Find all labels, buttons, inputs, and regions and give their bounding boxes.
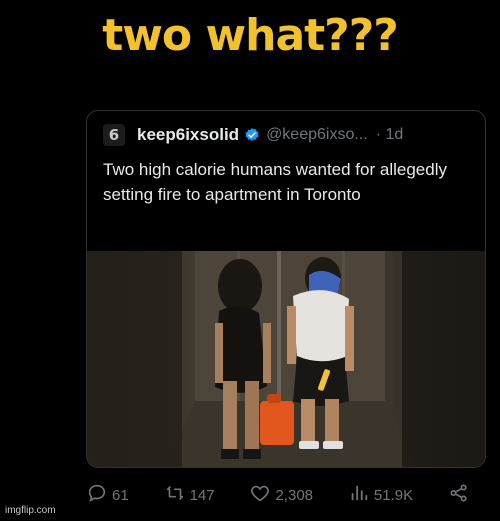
reply-icon: [86, 482, 108, 508]
meme-caption: two what???: [102, 10, 399, 61]
views-icon: [348, 482, 370, 508]
timestamp[interactable]: · 1d: [376, 126, 404, 144]
share-icon: [448, 482, 470, 508]
tweet-card[interactable]: 6 keep6ixsolid @keep6ixso... · 1d Two hi…: [86, 110, 486, 468]
avatar[interactable]: 6: [103, 124, 125, 146]
views-action[interactable]: 51.9K: [348, 482, 413, 508]
like-action[interactable]: 2,308: [249, 482, 313, 508]
reply-action[interactable]: 61: [86, 482, 129, 508]
retweet-action[interactable]: 147: [164, 482, 215, 508]
like-icon: [249, 482, 271, 508]
tweet-header: 6 keep6ixsolid @keep6ixso... · 1d: [103, 123, 403, 147]
elevator-scene: [87, 251, 485, 467]
reply-count: 61: [112, 486, 129, 504]
like-count: 2,308: [275, 486, 314, 504]
verified-badge-icon: [244, 127, 260, 143]
retweet-count: 147: [189, 486, 215, 504]
tweet-text: Two high calorie humans wanted for alleg…: [103, 160, 447, 204]
retweet-icon: [164, 482, 186, 508]
watermark: imgflip.com: [5, 505, 56, 516]
share-action[interactable]: [448, 482, 470, 508]
display-name[interactable]: keep6ixsolid: [137, 125, 239, 145]
tweet-media-image[interactable]: [87, 251, 485, 467]
handle[interactable]: @keep6ixso...: [266, 126, 368, 144]
views-count: 51.9K: [373, 486, 414, 504]
tweet-actions-bar: 61 147 2,308 51.9K: [86, 480, 470, 510]
